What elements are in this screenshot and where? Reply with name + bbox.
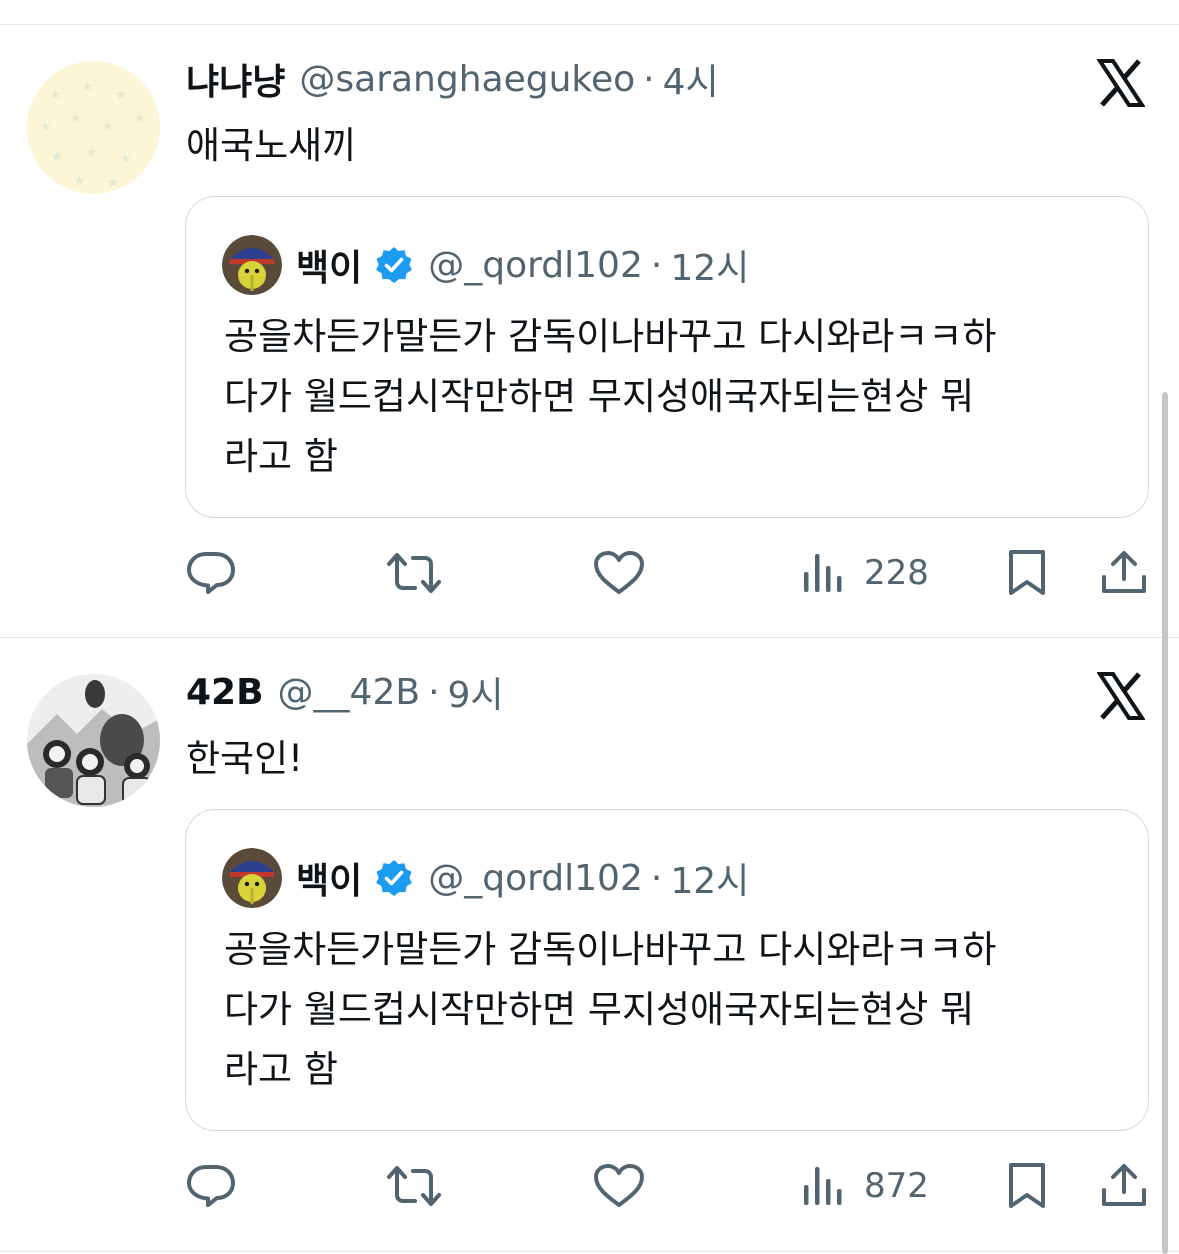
x-logo-icon[interactable] bbox=[1096, 672, 1146, 720]
quoted-user-handle[interactable]: @_qordl102 bbox=[428, 245, 643, 286]
quoted-text-line: 다가 월드컵시작만하면 무지성애국자되는현상 뭐 bbox=[224, 988, 975, 1031]
reply-icon bbox=[187, 552, 235, 594]
bookmark-button[interactable] bbox=[1005, 1158, 1049, 1214]
verified-badge-icon bbox=[374, 245, 414, 285]
repost-icon bbox=[387, 1166, 441, 1206]
quoted-text-line: 공을차든가말든가 감독이나바꾸고 다시와라ㅋㅋ하 bbox=[224, 928, 997, 971]
heart-icon bbox=[594, 1164, 644, 1207]
quoted-avatar[interactable] bbox=[222, 848, 282, 908]
svg-text:★: ★ bbox=[73, 173, 86, 189]
bookmark-icon bbox=[1009, 1163, 1045, 1208]
tweet-text: 한국인! bbox=[186, 737, 303, 780]
analytics-icon bbox=[804, 554, 842, 592]
quoted-timestamp[interactable]: 12시 bbox=[670, 852, 749, 904]
avatar[interactable] bbox=[27, 674, 160, 807]
quoted-avatar[interactable] bbox=[222, 235, 282, 295]
reply-button[interactable] bbox=[186, 1158, 236, 1214]
quoted-tweet[interactable]: 백이 @_qordl102 · 12시 공을차든가말든가 감독이나바꾸고 다시와… bbox=[185, 196, 1149, 518]
separator-dot: · bbox=[643, 58, 655, 100]
quoted-header: 백이 @_qordl102 · 12시 bbox=[296, 235, 749, 295]
tweet[interactable]: 42B @__42B · 9시 한국인! 백이 @_qordl102 · 12시… bbox=[0, 638, 1179, 1250]
repost-icon bbox=[387, 553, 441, 593]
like-button[interactable] bbox=[592, 1158, 646, 1214]
user-handle[interactable]: @saranghaegukeo bbox=[299, 59, 635, 100]
quoted-display-name[interactable]: 백이 bbox=[296, 852, 362, 904]
verified-badge-icon bbox=[374, 858, 414, 898]
views-count: 872 bbox=[864, 1166, 929, 1206]
separator-dot: · bbox=[650, 857, 663, 899]
svg-text:★: ★ bbox=[39, 119, 52, 135]
quoted-header: 백이 @_qordl102 · 12시 bbox=[296, 848, 749, 908]
avatar[interactable]: ★ ★ ★ ★ ★ ★ ★ ★ ★ ★ ★ ★ bbox=[27, 61, 160, 194]
action-bar: 872 bbox=[0, 1158, 1179, 1214]
svg-text:★: ★ bbox=[119, 151, 132, 167]
svg-text:★: ★ bbox=[107, 175, 120, 191]
display-name[interactable]: 42B bbox=[186, 672, 264, 713]
quoted-tweet-text: 공을차든가말든가 감독이나바꾸고 다시와라ㅋㅋ하 다가 월드컵시작만하면 무지성… bbox=[224, 920, 1124, 1100]
svg-text:★: ★ bbox=[85, 145, 98, 161]
display-name[interactable]: 냐냐냥 bbox=[186, 53, 285, 105]
views-button[interactable]: 228 bbox=[800, 545, 929, 601]
quoted-tweet[interactable]: 백이 @_qordl102 · 12시 공을차든가말든가 감독이나바꾸고 다시와… bbox=[185, 809, 1149, 1131]
analytics-icon bbox=[804, 1167, 842, 1205]
tweet-divider bbox=[0, 1251, 1179, 1252]
share-button[interactable] bbox=[1100, 1158, 1148, 1214]
separator-dot: · bbox=[650, 244, 663, 286]
quoted-user-handle[interactable]: @_qordl102 bbox=[428, 858, 643, 899]
quoted-text-line: 공을차든가말든가 감독이나바꾸고 다시와라ㅋㅋ하 bbox=[224, 315, 997, 358]
tweet-header: 냐냐냥 @saranghaegukeo · 4시 bbox=[186, 53, 719, 105]
bookmark-button[interactable] bbox=[1005, 545, 1049, 601]
views-count: 228 bbox=[864, 553, 929, 593]
like-button[interactable] bbox=[592, 545, 646, 601]
tweet-text: 애국노새끼 bbox=[186, 124, 357, 167]
svg-text:★: ★ bbox=[81, 79, 94, 95]
timestamp[interactable]: 4시 bbox=[663, 53, 719, 105]
svg-text:★: ★ bbox=[115, 87, 128, 103]
quoted-text-line: 라고 함 bbox=[224, 1048, 338, 1091]
share-icon bbox=[1102, 551, 1146, 593]
bookmark-icon bbox=[1009, 550, 1045, 595]
heart-icon bbox=[594, 551, 644, 594]
repost-button[interactable] bbox=[385, 1158, 443, 1214]
tweet[interactable]: ★ ★ ★ ★ ★ ★ ★ ★ ★ ★ ★ ★ 냐냐냥 @saranghaegu… bbox=[0, 25, 1179, 637]
svg-text:★: ★ bbox=[101, 119, 114, 135]
svg-text:★: ★ bbox=[49, 87, 62, 103]
repost-button[interactable] bbox=[385, 545, 443, 601]
reply-icon bbox=[187, 1165, 235, 1207]
svg-text:★: ★ bbox=[69, 111, 82, 127]
share-button[interactable] bbox=[1100, 545, 1148, 601]
tweet-header: 42B @__42B · 9시 bbox=[186, 666, 504, 718]
x-logo-icon[interactable] bbox=[1096, 59, 1146, 107]
svg-text:★: ★ bbox=[51, 149, 64, 165]
views-button[interactable]: 872 bbox=[800, 1158, 929, 1214]
share-icon bbox=[1102, 1164, 1146, 1206]
quoted-display-name[interactable]: 백이 bbox=[296, 239, 362, 291]
quoted-text-line: 라고 함 bbox=[224, 435, 338, 478]
quoted-text-line: 다가 월드컵시작만하면 무지성애국자되는현상 뭐 bbox=[224, 375, 975, 418]
quoted-tweet-text: 공을차든가말든가 감독이나바꾸고 다시와라ㅋㅋ하 다가 월드컵시작만하면 무지성… bbox=[224, 307, 1124, 487]
quoted-timestamp[interactable]: 12시 bbox=[670, 239, 749, 291]
user-handle[interactable]: @__42B bbox=[278, 672, 421, 713]
svg-text:★: ★ bbox=[133, 111, 146, 127]
action-bar: 228 bbox=[0, 545, 1179, 601]
scrollbar[interactable] bbox=[1162, 392, 1168, 1254]
separator-dot: · bbox=[428, 671, 440, 713]
timestamp[interactable]: 9시 bbox=[448, 666, 504, 718]
reply-button[interactable] bbox=[186, 545, 236, 601]
